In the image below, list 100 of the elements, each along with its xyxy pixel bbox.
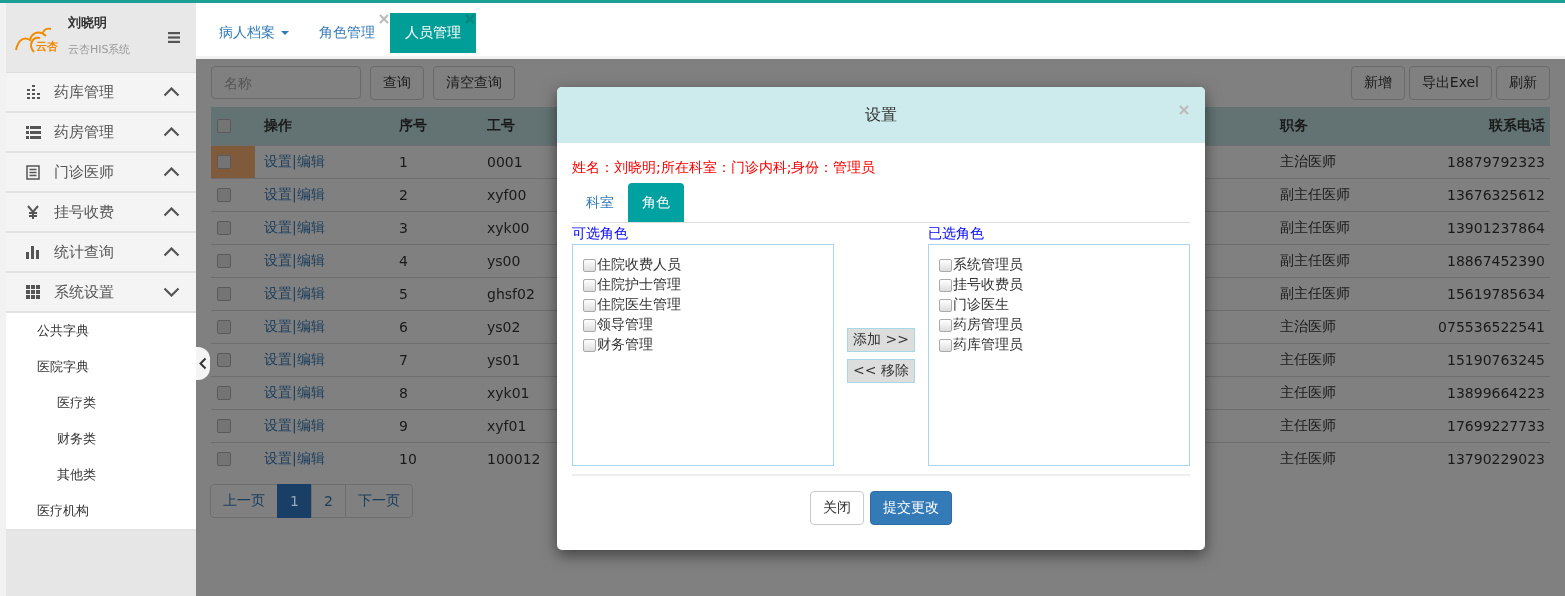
checkbox[interactable]	[583, 298, 596, 312]
checkbox[interactable]	[217, 419, 231, 433]
checkbox[interactable]	[583, 338, 596, 352]
checkbox[interactable]	[217, 221, 231, 235]
list-label: 可选角色	[572, 225, 629, 243]
checkbox[interactable]	[217, 452, 231, 466]
checkbox[interactable]	[217, 155, 231, 169]
checkbox-label: 系统管理员	[953, 256, 1023, 274]
checkbox[interactable]	[217, 353, 231, 367]
column-header: 职务	[1278, 116, 1309, 135]
table-cell-text: 主治医师	[1279, 317, 1337, 336]
submenu-item[interactable]: 财务类	[6, 421, 196, 457]
toolbar-button[interactable]: 清空查询	[433, 66, 515, 100]
submenu-item[interactable]: 医院字典	[6, 349, 196, 385]
submenu-item[interactable]: 其他类	[6, 457, 196, 493]
tab[interactable]: 人员管理	[390, 13, 476, 53]
action-links[interactable]: 设置|编辑	[264, 417, 325, 435]
action-links[interactable]: 设置|编辑	[264, 252, 325, 270]
table-cell-text: 18879792323	[1446, 153, 1546, 172]
table-cell-text: 主任医师	[1279, 449, 1337, 468]
table-cell-text: 0001	[486, 153, 524, 172]
checkbox[interactable]	[939, 338, 952, 352]
table-cell-text: 6	[398, 318, 409, 337]
submenu-item[interactable]: 医疗机构	[6, 493, 196, 529]
action-links[interactable]: 设置|编辑	[264, 219, 325, 237]
table-cell-text: xyk00	[486, 219, 531, 238]
action-links[interactable]: 设置|编辑	[264, 186, 325, 204]
table-cell-text: 2	[398, 186, 409, 205]
page-button[interactable]: 1	[277, 484, 312, 518]
menu-item[interactable]: 药库管理	[6, 73, 196, 113]
collapse-toggle[interactable]	[196, 347, 210, 380]
checkbox[interactable]	[583, 278, 596, 292]
page-button[interactable]: 2	[310, 484, 346, 518]
close-icon[interactable]	[1179, 105, 1189, 115]
table-cell-text: 10	[398, 450, 418, 469]
action-links[interactable]: 设置|编辑	[264, 351, 325, 369]
submenu-item[interactable]: 医疗类	[6, 385, 196, 421]
menu-item[interactable]: 药房管理	[6, 113, 196, 153]
yen-icon	[27, 205, 39, 219]
close-icon[interactable]	[379, 14, 389, 24]
list-icon	[25, 125, 41, 139]
table-cell-text: 副主任医师	[1279, 218, 1351, 237]
checkbox-label: 住院医生管理	[597, 296, 681, 314]
checkbox-label: 药房管理员	[953, 316, 1023, 334]
checkbox-label: 领导管理	[597, 316, 653, 334]
checkbox[interactable]	[939, 258, 952, 272]
close-icon[interactable]	[465, 14, 475, 24]
table-cell-text: 13901237864	[1446, 219, 1546, 238]
remove-button[interactable]: << 移除	[847, 359, 915, 383]
list-label: 已选角色	[928, 225, 985, 243]
table-cell-text: 主治医师	[1279, 152, 1337, 171]
user-info: 姓名：刘晓明;所在科室：门诊内科;身份：管理员	[572, 159, 877, 177]
add-button[interactable]: 添加 >>	[847, 328, 915, 352]
checkbox[interactable]	[217, 320, 231, 334]
checkbox-label: 挂号收费员	[953, 276, 1023, 294]
table-cell-text: ys01	[486, 351, 522, 370]
menu-item[interactable]: 统计查询	[6, 233, 196, 273]
chevron-up-icon	[163, 167, 180, 177]
next-page-button[interactable]: 下一页	[344, 484, 413, 518]
tab[interactable]: 病人档案	[204, 13, 304, 53]
table-cell-text: 3	[398, 219, 409, 238]
submenu-item[interactable]: 公共字典	[6, 313, 196, 349]
grid-icon	[26, 285, 40, 299]
table-cell-text: 副主任医师	[1279, 185, 1351, 204]
table-cell-text: 13899664223	[1446, 384, 1546, 403]
action-links[interactable]: 设置|编辑	[264, 318, 325, 336]
tab[interactable]: 角色	[628, 183, 684, 222]
action-links[interactable]: 设置|编辑	[264, 384, 325, 402]
checkbox[interactable]	[217, 119, 231, 133]
checkbox[interactable]	[217, 386, 231, 400]
table-cell-text: 15190763245	[1446, 351, 1546, 370]
toolbar-button[interactable]: 导出Exel	[1408, 66, 1492, 100]
close-button[interactable]: 关闭	[810, 491, 864, 525]
menu-icon[interactable]	[168, 32, 180, 43]
checkbox[interactable]	[217, 254, 231, 268]
action-links[interactable]: 设置|编辑	[264, 153, 325, 171]
checkbox[interactable]	[217, 287, 231, 301]
checkbox[interactable]	[583, 318, 596, 332]
tab[interactable]: 角色管理	[304, 13, 390, 53]
checkbox[interactable]	[939, 318, 952, 332]
checkbox[interactable]	[583, 258, 596, 272]
toolbar-button[interactable]: 查询	[370, 66, 424, 100]
tab[interactable]: 科室	[572, 183, 628, 222]
caret-icon	[281, 31, 289, 35]
menu-item[interactable]: 挂号收费	[6, 193, 196, 233]
menu-item[interactable]: 门诊医师	[6, 153, 196, 193]
checkbox[interactable]	[939, 278, 952, 292]
action-links[interactable]: 设置|编辑	[264, 285, 325, 303]
checkbox[interactable]	[939, 298, 952, 312]
menu-item[interactable]: 系统设置	[6, 273, 196, 313]
toolbar-button[interactable]: 刷新	[1496, 66, 1550, 100]
action-links[interactable]: 设置|编辑	[264, 450, 325, 468]
table-cell-text: 8	[398, 384, 409, 403]
toolbar-button[interactable]: 新增	[1350, 66, 1405, 100]
table-cell-text: 075536522541	[1437, 318, 1546, 337]
table-cell-text: 主任医师	[1279, 383, 1337, 402]
chevron-up-icon	[163, 247, 180, 257]
table-cell-text: 13676325612	[1446, 186, 1546, 205]
submit-button[interactable]: 提交更改	[870, 491, 952, 525]
checkbox[interactable]	[217, 188, 231, 202]
